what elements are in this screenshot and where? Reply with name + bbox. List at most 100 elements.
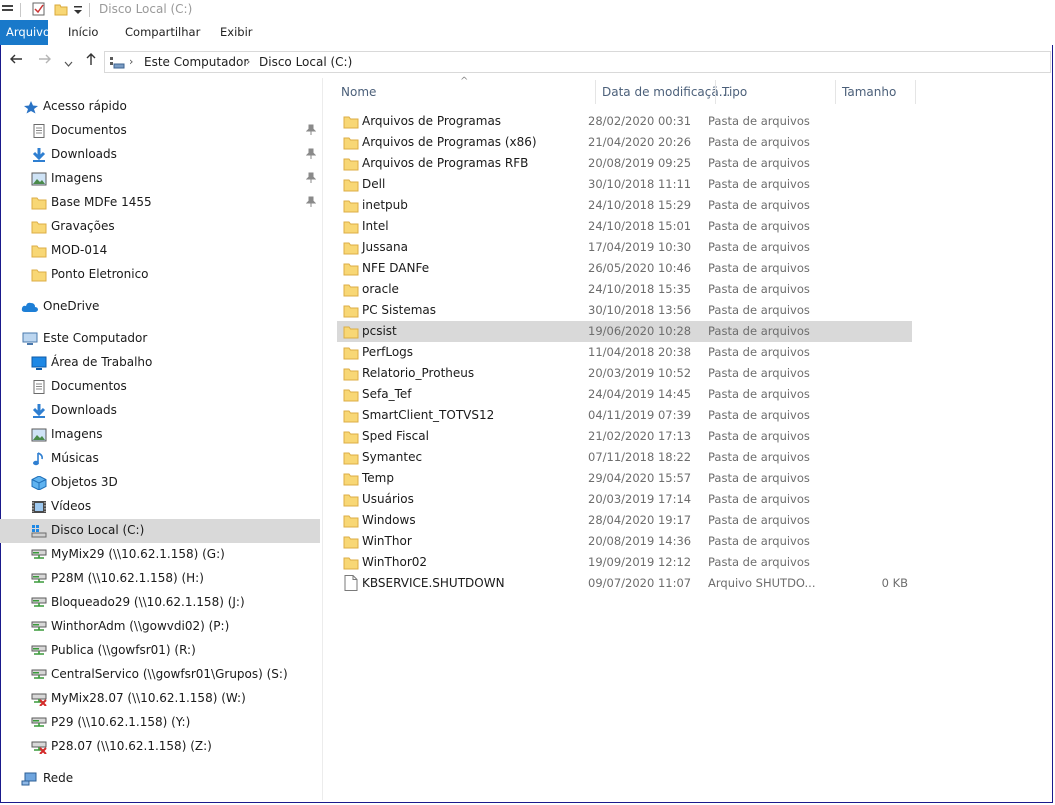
file-date-modified: 28/04/2020 19:17 — [588, 513, 692, 527]
file-row[interactable]: PC Sistemas 30/10/2018 13:56 Pasta de arqu… — [337, 300, 912, 321]
sidebar-item-p28-07-10-62-1-158-z[interactable]: P28.07 (\\10.62.1.158) (Z:) — [0, 735, 320, 759]
pin-icon[interactable] — [305, 124, 317, 138]
documents-icon — [31, 124, 47, 138]
file-row[interactable]: Jussana 17/04/2019 10:30 Pasta de arquivos — [337, 237, 912, 258]
sidebar-item-label: Documentos — [51, 379, 127, 393]
sidebar-item-downloads[interactable]: Downloads — [0, 143, 320, 167]
file-row[interactable]: oracle 24/10/2018 15:35 Pasta de arquivos — [337, 279, 912, 300]
forward-arrow-icon[interactable] — [38, 52, 52, 70]
column-header-date[interactable]: Data de modificaçã... — [602, 85, 730, 99]
sidebar-item-documentos[interactable]: Documentos — [0, 119, 320, 143]
tab-exibir[interactable]: Exibir — [214, 20, 259, 45]
properties-icon[interactable] — [32, 2, 46, 19]
file-row[interactable]: PerfLogs 11/04/2018 20:38 Pasta de arquivo… — [337, 342, 912, 363]
folder-icon — [343, 493, 359, 507]
file-row[interactable]: Arquivos de Programas 28/02/2020 00:31 Pas… — [337, 111, 912, 132]
file-row[interactable]: NFE DANFe 26/05/2020 10:46 Pasta de arquiv… — [337, 258, 912, 279]
file-row[interactable]: Windows 28/04/2020 19:17 Pasta de arquivos — [337, 510, 912, 531]
breadcrumb-este-computador[interactable]: Este Computador — [144, 55, 248, 69]
column-divider[interactable] — [595, 80, 596, 104]
file-name: Arquivos de Programas RFB — [362, 156, 529, 170]
sidebar-item-m-sicas[interactable]: Músicas — [0, 447, 320, 471]
file-name: KBSERVICE.SHUTDOWN — [362, 576, 505, 590]
system-menu-icon[interactable] — [2, 2, 14, 17]
sidebar-item-label: MyMix29 (\\10.62.1.158) (G:) — [51, 547, 225, 561]
sidebar-item-v-deos[interactable]: Vídeos — [0, 495, 320, 519]
sidebar-item-onedrive[interactable]: OneDrive — [0, 295, 320, 319]
sidebar-item-label: CentralServico (\\gowfsr01\Grupos) (S:) — [51, 667, 288, 681]
file-row[interactable]: Sefa_Tef 24/04/2019 14:45 Pasta de arquivo… — [337, 384, 912, 405]
address-bar[interactable]: › Este Computador › Disco Local (C:) — [104, 51, 1051, 73]
new-folder-icon[interactable] — [54, 2, 68, 19]
file-row[interactable]: Relatorio_Protheus 20/03/2019 10:52 Pasta … — [337, 363, 912, 384]
sidebar-item-this-pc[interactable]: Este Computador — [0, 327, 320, 351]
file-row[interactable]: Symantec 07/11/2018 18:22 Pasta de arquivo… — [337, 447, 912, 468]
file-date-modified: 24/10/2018 15:35 — [588, 282, 692, 296]
file-row[interactable]: Arquivos de Programas RFB 20/08/2019 09:2… — [337, 153, 912, 174]
column-divider[interactable] — [715, 80, 716, 104]
sidebar-item-network[interactable]: Rede — [0, 767, 320, 791]
back-arrow-icon[interactable] — [9, 52, 23, 70]
file-type: Arquivo SHUTDO... — [708, 576, 816, 590]
sidebar-item-centralservico-gowfsr01-grupos-s[interactable]: CentralServico (\\gowfsr01\Grupos) (S:) — [0, 663, 320, 687]
sidebar-item-quick-access[interactable]: Acesso rápido — [0, 95, 320, 119]
sidebar-item-rea-de-trabalho[interactable]: Área de Trabalho — [0, 351, 320, 375]
file-row[interactable]: Usuários 20/03/2019 17:14 Pasta de arquivo… — [337, 489, 912, 510]
sidebar-item-mod-014[interactable]: MOD-014 — [0, 239, 320, 263]
tab-compartilhar[interactable]: Compartilhar — [119, 20, 206, 45]
sidebar-item-disco-local-c[interactable]: Disco Local (C:) — [0, 519, 320, 543]
tab-arquivo[interactable]: Arquivo — [0, 20, 50, 45]
file-name: pcsist — [362, 324, 397, 338]
column-divider[interactable] — [915, 80, 916, 104]
sidebar-item-mymix28-07-10-62-1-158-w[interactable]: MyMix28.07 (\\10.62.1.158) (W:) — [0, 687, 320, 711]
recent-locations-chevron-icon[interactable] — [64, 56, 73, 72]
file-row[interactable]: inetpub 24/10/2018 15:29 Pasta de arquivos — [337, 195, 912, 216]
sidebar-item-base-mdfe-1455[interactable]: Base MDFe 1455 — [0, 191, 320, 215]
file-row[interactable]: Intel 24/10/2018 15:01 Pasta de arquivos — [337, 216, 912, 237]
folder-icon — [343, 325, 359, 339]
file-row[interactable]: WinThor02 19/09/2019 12:12 Pasta de arquiv… — [337, 552, 912, 573]
column-header-name[interactable]: Nome — [341, 85, 376, 99]
pin-icon[interactable] — [305, 196, 317, 210]
up-arrow-icon[interactable] — [84, 52, 98, 70]
breadcrumb-separator-icon[interactable]: › — [246, 55, 250, 68]
breadcrumb-disco-local[interactable]: Disco Local (C:) — [259, 55, 352, 69]
sidebar-item-publica-gowfsr01-r[interactable]: Publica (\\gowfsr01) (R:) — [0, 639, 320, 663]
breadcrumb-separator-icon[interactable]: › — [129, 55, 133, 68]
file-row[interactable]: Dell 30/10/2018 11:11 Pasta de arquivos — [337, 174, 912, 195]
file-row[interactable]: KBSERVICE.SHUTDOWN 09/07/2020 11:07 Arquiv… — [337, 573, 912, 594]
sidebar-item-p29-10-62-1-158-y[interactable]: P29 (\\10.62.1.158) (Y:) — [0, 711, 320, 735]
column-header-size[interactable]: Tamanho — [842, 85, 896, 99]
file-type: Pasta de arquivos — [708, 450, 810, 464]
customize-toolbar-icon[interactable] — [73, 4, 83, 18]
pin-icon[interactable] — [305, 148, 317, 162]
sidebar-item-winthoradm-gowvdi02-p[interactable]: WinthorAdm (\\gowvdi02) (P:) — [0, 615, 320, 639]
file-row[interactable]: pcsist 19/06/2020 10:28 Pasta de arquivos — [337, 321, 912, 342]
sidebar-item-ponto-eletronico[interactable]: Ponto Eletronico — [0, 263, 320, 287]
sidebar-item-p28m-10-62-1-158-h[interactable]: P28M (\\10.62.1.158) (H:) — [0, 567, 320, 591]
file-row[interactable]: SmartClient_TOTVS12 04/11/2019 07:39 Pasta… — [337, 405, 912, 426]
file-row[interactable]: WinThor 20/08/2019 14:36 Pasta de arquivos — [337, 531, 912, 552]
column-divider[interactable] — [835, 80, 836, 104]
tab-inicio[interactable]: Início — [62, 20, 104, 45]
sidebar-item-mymix29-10-62-1-158-g[interactable]: MyMix29 (\\10.62.1.158) (G:) — [0, 543, 320, 567]
folder-icon — [31, 244, 47, 258]
sidebar-item-downloads[interactable]: Downloads — [0, 399, 320, 423]
file-type: Pasta de arquivos — [708, 513, 810, 527]
file-row[interactable]: Temp 29/04/2020 15:57 Pasta de arquivos — [337, 468, 912, 489]
sidebar-item-grava-es[interactable]: Gravações — [0, 215, 320, 239]
file-name: SmartClient_TOTVS12 — [362, 408, 495, 422]
column-header-type[interactable]: Tipo — [722, 85, 747, 99]
sidebar-item-documentos[interactable]: Documentos — [0, 375, 320, 399]
pin-icon[interactable] — [305, 172, 317, 186]
sidebar-item-imagens[interactable]: Imagens — [0, 423, 320, 447]
sidebar-item-bloqueado29-10-62-1-158-j[interactable]: Bloqueado29 (\\10.62.1.158) (J:) — [0, 591, 320, 615]
file-row[interactable]: Arquivos de Programas (x86) 21/04/2020 20… — [337, 132, 912, 153]
sidebar-item-imagens[interactable]: Imagens — [0, 167, 320, 191]
file-type: Pasta de arquivos — [708, 219, 810, 233]
pictures-icon — [31, 428, 47, 442]
sidebar-item-label: Imagens — [51, 427, 103, 441]
file-name: Temp — [362, 471, 394, 485]
sidebar-item-objetos-3d[interactable]: Objetos 3D — [0, 471, 320, 495]
file-row[interactable]: Sped Fiscal 21/02/2020 17:13 Pasta de arqu… — [337, 426, 912, 447]
